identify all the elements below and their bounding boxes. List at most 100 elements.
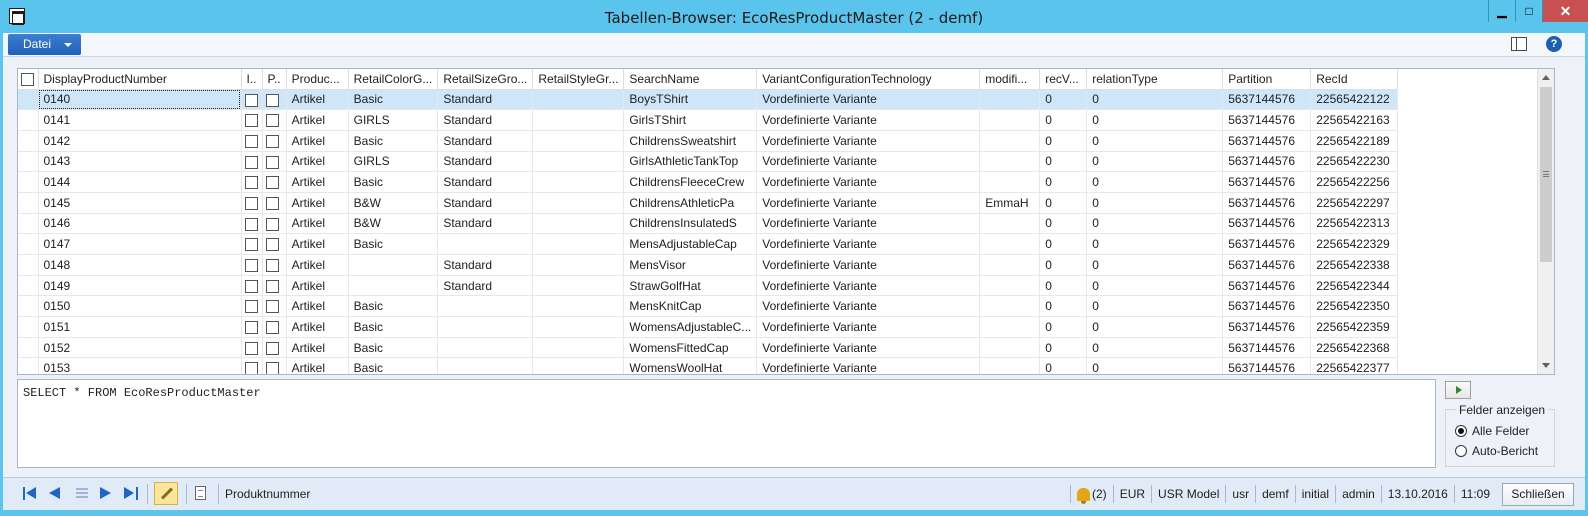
variant-tech-cell[interactable]: Vordefinierte Variante (756, 89, 981, 111)
partition-cell[interactable]: 5637144576 (1222, 357, 1312, 374)
row-checkbox[interactable] (241, 337, 263, 359)
partition-cell[interactable]: 5637144576 (1222, 89, 1312, 111)
row-checkbox[interactable] (262, 337, 287, 359)
table-row[interactable]: 0146 Artikel B&W Standard ChildrensInsulated… (18, 213, 1399, 235)
document-icon[interactable] (195, 486, 206, 500)
checkbox-icon[interactable] (244, 341, 258, 355)
column-header[interactable]: P.. (262, 69, 287, 90)
color-group-cell[interactable]: Basic (348, 295, 439, 318)
minimize-icon[interactable]: ▁ (1488, 0, 1515, 22)
table-row[interactable]: 0151 Artikel Basic WomensAdjustableC... Vord… (18, 316, 1399, 338)
color-group-cell[interactable]: Basic (348, 130, 439, 152)
row-checkbox[interactable] (262, 89, 287, 111)
product-number-cell[interactable]: 0147 (38, 233, 242, 255)
product-type-cell[interactable]: Artikel (286, 357, 349, 374)
modified-by-cell[interactable] (979, 130, 1041, 152)
row-checkbox[interactable] (241, 254, 263, 276)
table-row[interactable]: 0150 Artikel Basic MensKnitCap Vordefinierte… (18, 295, 1399, 318)
column-header[interactable]: Partition (1222, 69, 1312, 90)
modified-by-cell[interactable] (979, 357, 1041, 374)
size-group-cell[interactable]: Standard (437, 213, 534, 235)
recversion-cell[interactable]: 0 (1039, 254, 1088, 276)
recid-cell[interactable]: 22565422344 (1310, 275, 1399, 297)
query-textarea[interactable]: SELECT * FROM EcoResProductMaster (17, 379, 1436, 468)
search-name-cell[interactable]: WomensWoolHat (623, 357, 758, 374)
row-selector[interactable] (18, 130, 39, 152)
table-row[interactable]: 0153 Artikel Basic WomensWoolHat Vordefinier… (18, 357, 1399, 374)
row-checkbox[interactable] (262, 316, 287, 338)
row-checkbox[interactable] (241, 316, 263, 338)
product-type-cell[interactable]: Artikel (286, 192, 349, 214)
partition-cell[interactable]: 5637144576 (1222, 151, 1312, 173)
table-row[interactable]: 0142 Artikel Basic Standard ChildrensSweatsh… (18, 130, 1399, 152)
column-header[interactable]: SearchName (623, 69, 758, 90)
style-group-cell[interactable] (532, 130, 625, 152)
search-name-cell[interactable]: ChildrensSweatshirt (623, 130, 758, 152)
column-header[interactable]: RetailSizeGro... (437, 69, 534, 90)
row-checkbox[interactable] (241, 109, 263, 131)
product-type-cell[interactable]: Artikel (286, 89, 349, 111)
row-selector[interactable] (18, 337, 39, 359)
color-group-cell[interactable]: GIRLS (348, 109, 439, 131)
column-header[interactable]: recV... (1039, 69, 1088, 90)
product-number-cell[interactable]: 0152 (38, 337, 242, 359)
search-name-cell[interactable]: GirlsAthleticTankTop (623, 151, 758, 173)
product-number-cell[interactable]: 0149 (38, 275, 242, 297)
relation-type-cell[interactable]: 0 (1086, 89, 1224, 111)
select-all-checkbox[interactable] (18, 69, 39, 90)
recversion-cell[interactable]: 0 (1039, 151, 1088, 173)
relation-type-cell[interactable]: 0 (1086, 254, 1224, 276)
table-row[interactable]: 0149 Artikel Standard StrawGolfHat Vordefini… (18, 275, 1399, 297)
row-checkbox[interactable] (262, 192, 287, 214)
modified-by-cell[interactable] (979, 275, 1041, 297)
checkbox-icon[interactable] (244, 155, 258, 169)
recid-cell[interactable]: 22565422256 (1310, 171, 1399, 193)
row-selector[interactable] (18, 89, 39, 111)
product-type-cell[interactable]: Artikel (286, 213, 349, 235)
row-checkbox[interactable] (262, 213, 287, 235)
variant-tech-cell[interactable]: Vordefinierte Variante (756, 337, 981, 359)
product-type-cell[interactable]: Artikel (286, 316, 349, 338)
modified-by-cell[interactable] (979, 295, 1041, 318)
color-group-cell[interactable]: Basic (348, 357, 439, 374)
recversion-cell[interactable]: 0 (1039, 130, 1088, 152)
product-number-cell[interactable]: 0150 (38, 295, 242, 318)
style-group-cell[interactable] (532, 89, 625, 111)
checkbox-icon[interactable] (265, 300, 279, 314)
table-row[interactable]: 0144 Artikel Basic Standard ChildrensFleeceC… (18, 171, 1399, 193)
recid-cell[interactable]: 22565422377 (1310, 357, 1399, 374)
partition-cell[interactable]: 5637144576 (1222, 275, 1312, 297)
vertical-scrollbar[interactable] (1537, 69, 1554, 374)
row-checkbox[interactable] (262, 109, 287, 131)
relation-type-cell[interactable]: 0 (1086, 192, 1224, 214)
size-group-cell[interactable]: Standard (437, 275, 534, 297)
run-query-icon[interactable] (1445, 381, 1471, 399)
color-group-cell[interactable]: B&W (348, 192, 439, 214)
product-number-cell[interactable]: 0141 (38, 109, 242, 131)
variant-tech-cell[interactable]: Vordefinierte Variante (756, 357, 981, 374)
product-type-cell[interactable]: Artikel (286, 109, 349, 131)
company[interactable]: demf (1255, 485, 1295, 503)
style-group-cell[interactable] (532, 213, 625, 235)
checkbox-icon[interactable] (244, 114, 258, 128)
size-group-cell[interactable]: Standard (437, 151, 534, 173)
partition-cell[interactable]: 5637144576 (1222, 254, 1312, 276)
row-selector[interactable] (18, 109, 39, 131)
variant-tech-cell[interactable]: Vordefinierte Variante (756, 275, 981, 297)
row-checkbox[interactable] (241, 192, 263, 214)
recid-cell[interactable]: 22565422313 (1310, 213, 1399, 235)
checkbox-icon[interactable] (265, 196, 279, 210)
column-header[interactable]: RetailStyleGr... (532, 69, 625, 90)
currency[interactable]: EUR (1112, 485, 1151, 503)
relation-type-cell[interactable]: 0 (1086, 109, 1224, 131)
checkbox-icon[interactable] (244, 321, 258, 335)
search-name-cell[interactable]: ChildrensInsulatedS (623, 213, 758, 235)
column-header[interactable]: I.. (241, 69, 263, 90)
row-checkbox[interactable] (262, 357, 287, 374)
recid-cell[interactable]: 22565422297 (1310, 192, 1399, 214)
style-group-cell[interactable] (532, 151, 625, 173)
layer[interactable]: usr (1225, 485, 1255, 503)
search-name-cell[interactable]: ChildrensAthleticPa (623, 192, 758, 214)
partition-cell[interactable]: 5637144576 (1222, 109, 1312, 131)
row-checkbox[interactable] (262, 151, 287, 173)
